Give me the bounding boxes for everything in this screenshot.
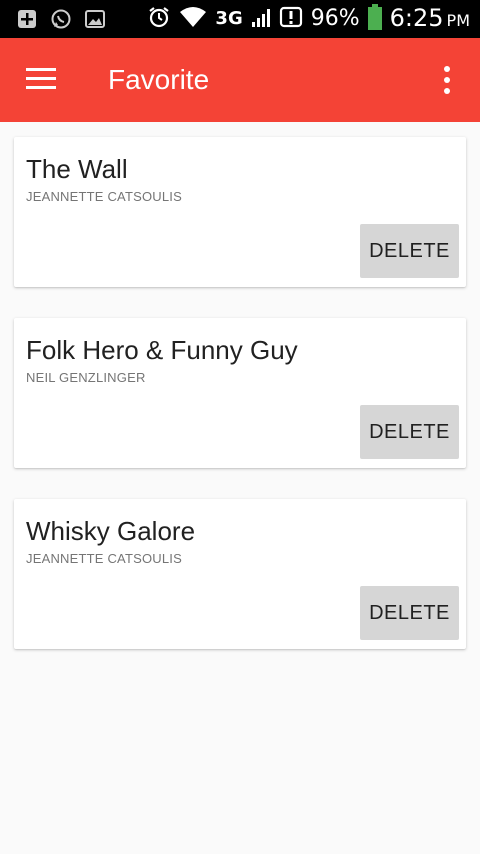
favorite-card: Whisky Galore JEANNETTE CATSOULIS DELETE	[14, 499, 466, 649]
app-bar: Favorite	[0, 38, 480, 122]
network-type: 3G	[215, 8, 243, 29]
clock-ampm: PM	[446, 10, 470, 30]
card-title: Whisky Galore	[26, 516, 196, 546]
status-bar: 3G 96% 6:25 PM	[0, 0, 480, 38]
delete-button[interactable]: DELETE	[360, 224, 459, 278]
system-status: 3G 96% 6:25 PM	[147, 4, 470, 34]
wifi-icon	[179, 5, 207, 33]
card-title: Folk Hero & Funny Guy	[26, 335, 298, 365]
favorite-card: Folk Hero & Funny Guy NEIL GENZLINGER DE…	[14, 318, 466, 468]
card-title: The Wall	[26, 154, 128, 184]
menu-icon[interactable]	[26, 68, 56, 92]
card-author: JEANNETTE CATSOULIS	[26, 551, 182, 566]
favorite-card: The Wall JEANNETTE CATSOULIS DELETE	[14, 137, 466, 287]
card-author: JEANNETTE CATSOULIS	[26, 189, 182, 204]
card-author: NEIL GENZLINGER	[26, 370, 146, 385]
page-title: Favorite	[108, 64, 210, 95]
delete-button[interactable]: DELETE	[360, 405, 459, 459]
sim-alert-icon	[279, 5, 303, 33]
alarm-icon	[147, 5, 171, 33]
image-icon	[84, 8, 106, 34]
clock-time: 6:25	[389, 3, 444, 32]
notification-icons	[16, 8, 106, 34]
signal-icon	[251, 6, 271, 32]
clock: 6:25 PM	[390, 3, 470, 36]
battery-percent: 96%	[310, 6, 360, 31]
more-options-icon[interactable]	[444, 66, 452, 94]
delete-button[interactable]: DELETE	[360, 586, 459, 640]
whatsapp-icon	[50, 8, 72, 34]
battery-icon	[367, 4, 382, 34]
add-notification-icon	[16, 8, 38, 34]
